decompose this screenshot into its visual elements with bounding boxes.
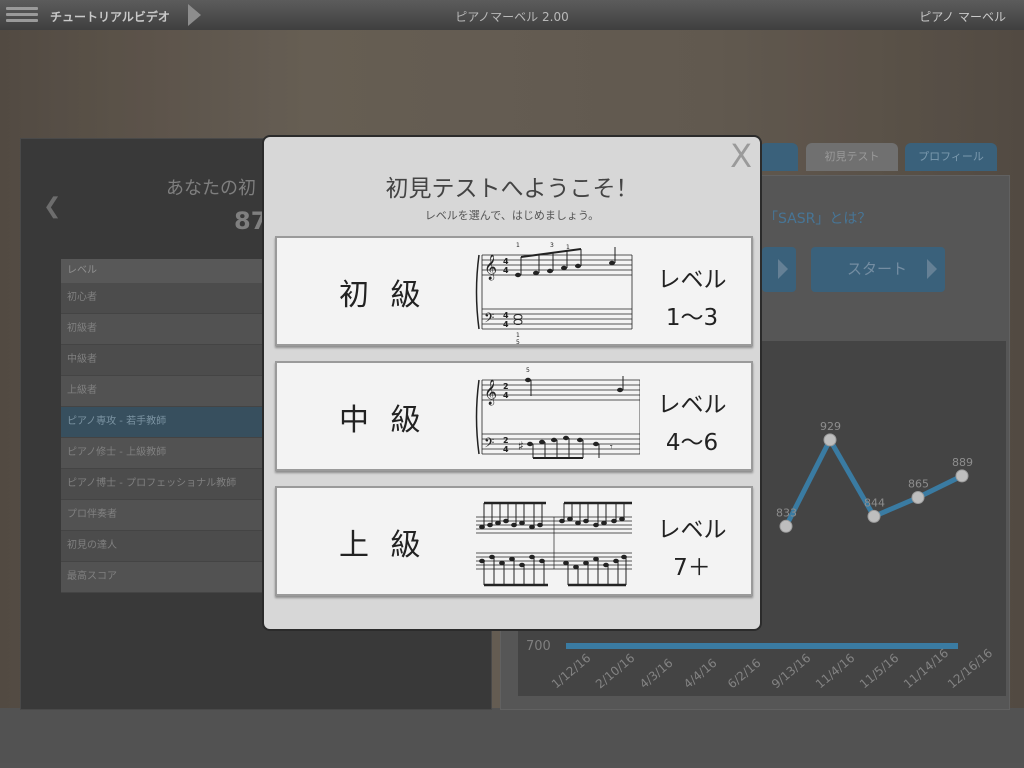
- svg-text:𝄢: 𝄢: [484, 435, 494, 454]
- app-title: ピアノマーベル 2.00: [455, 10, 569, 24]
- level-option-beginner[interactable]: 初 級 𝄞 𝄢 44 44 131 15 レベル 1～3: [275, 236, 753, 346]
- svg-text:4: 4: [503, 257, 509, 266]
- sheet-music-advanced-icon: [476, 501, 632, 587]
- svg-text:𝄞: 𝄞: [484, 254, 497, 280]
- option-name: 中 級: [339, 403, 427, 438]
- svg-text:2: 2: [503, 436, 509, 445]
- user-level-label[interactable]: ピアノ マーベル: [919, 8, 1006, 25]
- level-option-intermediate[interactable]: 中 級 𝄞 𝄢 24 24 5 ♯ 𝄾 レベル 4～6: [275, 361, 753, 471]
- svg-text:𝄾: 𝄾: [610, 442, 613, 453]
- svg-text:3: 3: [550, 242, 554, 249]
- sheet-music-beginner-icon: 𝄞 𝄢 44 44 131 15: [475, 242, 633, 345]
- option-name: 初 級: [339, 278, 427, 313]
- option-level-word: レベル: [657, 517, 727, 543]
- svg-text:4: 4: [503, 311, 509, 320]
- svg-text:2: 2: [503, 382, 509, 391]
- svg-text:♯: ♯: [518, 439, 524, 453]
- dialog-title: 初見テストへようこそ！: [385, 176, 639, 202]
- svg-text:5: 5: [526, 367, 530, 374]
- svg-text:𝄢: 𝄢: [484, 310, 494, 329]
- svg-text:4: 4: [503, 266, 509, 275]
- sight-reading-level-dialog: X 初見テストへようこそ！ レベルを選んで、はじめましょう。 初 級 𝄞 𝄢 4…: [262, 135, 762, 631]
- option-level-range: 1～3: [665, 305, 719, 331]
- svg-text:5: 5: [516, 339, 520, 345]
- option-level-word: レベル: [657, 267, 727, 293]
- svg-text:1: 1: [516, 332, 520, 339]
- top-bar: チュートリアルビデオ ピアノマーベル 2.00 ピアノ マーベル: [0, 0, 1024, 30]
- level-option-advanced[interactable]: 上 級 レベル 7＋: [275, 486, 753, 596]
- svg-text:1: 1: [516, 242, 520, 249]
- svg-text:4: 4: [503, 445, 509, 454]
- option-name: 上 級: [339, 528, 427, 563]
- svg-text:4: 4: [503, 391, 509, 400]
- sheet-music-intermediate-icon: 𝄞 𝄢 24 24 5 ♯ 𝄾: [475, 367, 640, 459]
- dialog-subtitle: レベルを選んで、はじめましょう。: [424, 209, 600, 222]
- svg-text:𝄞: 𝄞: [484, 379, 497, 405]
- svg-text:1: 1: [566, 244, 570, 251]
- option-level-word: レベル: [657, 392, 727, 418]
- option-level-range: 4～6: [665, 430, 719, 456]
- svg-text:4: 4: [503, 320, 509, 329]
- option-level-range: 7＋: [673, 555, 711, 581]
